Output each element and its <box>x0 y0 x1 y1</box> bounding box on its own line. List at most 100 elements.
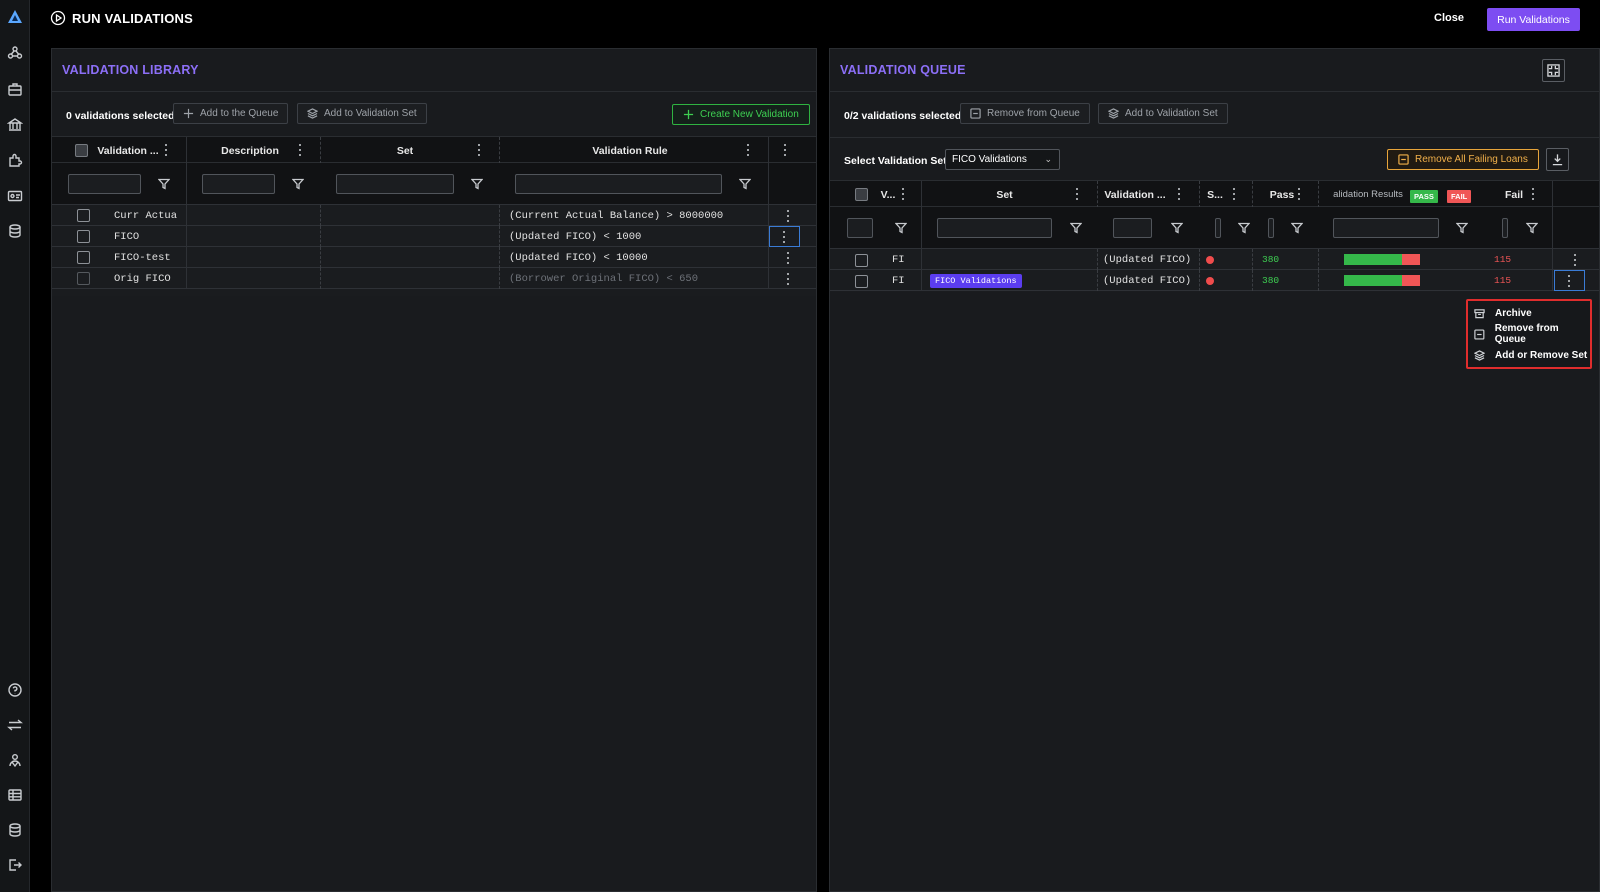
menu-item-remove-from-queue[interactable]: Remove from Queue <box>1474 323 1590 345</box>
create-new-validation-button[interactable]: Create New Validation <box>672 104 810 125</box>
column-menu-icon[interactable] <box>1178 188 1181 200</box>
filter-icon[interactable] <box>1069 222 1083 234</box>
layers-icon <box>1108 108 1119 119</box>
row-actions-button[interactable] <box>772 268 804 289</box>
filter-icon[interactable] <box>1290 222 1304 234</box>
filter-input-set[interactable] <box>937 218 1052 238</box>
column-menu-icon[interactable] <box>1076 188 1079 200</box>
column-header-validation-rule[interactable]: Validation Rule <box>500 137 760 164</box>
download-button[interactable] <box>1546 148 1569 171</box>
filter-icon[interactable] <box>1237 222 1251 234</box>
filter-input-v[interactable] <box>847 218 873 238</box>
queue-grid-header: V... Set Validation ... S... Pass alidat… <box>830 180 1599 208</box>
table-row[interactable]: FI (Updated FICO) > 380 115 <box>830 249 1599 270</box>
transfer-icon[interactable] <box>7 717 23 733</box>
add-to-queue-button[interactable]: Add to the Queue <box>173 103 289 124</box>
column-menu-icon[interactable] <box>1532 188 1535 200</box>
database-icon[interactable] <box>7 223 23 239</box>
bank-icon[interactable] <box>6 117 24 133</box>
row-actions-button[interactable] <box>769 226 800 247</box>
filter-input-pass[interactable] <box>1268 218 1274 238</box>
table-row[interactable]: FICO (Updated FICO) < 1000 <box>52 226 816 247</box>
select-all-checkbox[interactable] <box>855 188 868 201</box>
logo-icon[interactable] <box>7 9 23 25</box>
menu-item-add-or-remove-set[interactable]: Add or Remove Set <box>1474 346 1587 364</box>
add-to-validation-set-button[interactable]: Add to Validation Set <box>1098 103 1228 124</box>
validation-set-select[interactable]: FICO Validations ⌄ <box>945 149 1060 170</box>
filter-icon[interactable] <box>1170 222 1184 234</box>
puzzle-icon[interactable] <box>7 152 23 168</box>
filter-input-validation[interactable] <box>1113 218 1152 238</box>
column-header-validation[interactable]: Validation ... <box>97 137 159 164</box>
column-header-set[interactable]: Set <box>321 137 489 164</box>
select-all-checkbox[interactable] <box>75 144 88 157</box>
id-card-icon[interactable] <box>7 188 23 204</box>
filter-input-fail[interactable] <box>1502 218 1508 238</box>
column-header-validation-results[interactable]: alidation Results <box>1330 181 1406 208</box>
row-actions-button[interactable] <box>1559 249 1591 270</box>
divider <box>52 91 816 92</box>
cell-validation: (Updated FICO) > <box>1103 253 1197 266</box>
row-checkbox[interactable] <box>855 275 868 288</box>
table-icon[interactable] <box>7 787 23 803</box>
status-fail-dot <box>1206 249 1226 270</box>
column-header-description[interactable]: Description <box>187 137 313 164</box>
filter-input-validation-results[interactable] <box>1333 218 1439 238</box>
remove-from-queue-button[interactable]: Remove from Queue <box>960 103 1090 124</box>
row-actions-button[interactable] <box>1554 270 1585 291</box>
filter-icon[interactable] <box>738 178 752 190</box>
row-actions-button[interactable] <box>772 205 804 226</box>
filter-icon[interactable] <box>157 178 171 190</box>
filter-input-validation[interactable] <box>68 174 141 194</box>
row-actions-button[interactable] <box>772 247 804 268</box>
filter-icon[interactable] <box>1525 222 1539 234</box>
filter-input-set[interactable] <box>336 174 454 194</box>
column-menu-icon[interactable] <box>1298 188 1301 200</box>
logout-icon[interactable] <box>7 857 23 873</box>
set-tag: FICO Validations <box>930 270 1090 291</box>
column-header-set[interactable]: Set <box>922 181 1087 208</box>
help-icon[interactable] <box>7 682 23 698</box>
filter-input-validation-rule[interactable] <box>515 174 722 194</box>
filter-icon[interactable] <box>291 178 305 190</box>
close-button[interactable]: Close <box>1434 12 1464 24</box>
column-header-fail[interactable]: Fail <box>1502 181 1526 208</box>
network-icon[interactable] <box>7 45 23 61</box>
column-menu-icon[interactable] <box>747 144 750 156</box>
row-checkbox[interactable] <box>77 209 90 222</box>
row-checkbox[interactable] <box>77 251 90 264</box>
column-header-v[interactable]: V... <box>878 181 898 208</box>
briefcase-icon[interactable] <box>7 81 23 97</box>
filter-icon[interactable] <box>1455 222 1469 234</box>
filter-icon[interactable] <box>894 222 908 234</box>
column-menu-icon[interactable] <box>165 144 168 156</box>
grid-options-icon[interactable] <box>784 144 787 156</box>
collapse-icon <box>1547 64 1560 77</box>
column-header-status[interactable]: S... <box>1202 181 1228 208</box>
table-row[interactable]: Curr Actua (Current Actual Balance) > 80… <box>52 205 816 226</box>
collapse-panel-button[interactable] <box>1542 59 1565 82</box>
column-menu-icon[interactable] <box>478 144 481 156</box>
table-row[interactable]: FICO-test (Updated FICO) < 10000 <box>52 247 816 268</box>
column-menu-icon[interactable] <box>902 188 905 200</box>
row-checkbox[interactable] <box>77 272 90 285</box>
status-fail-dot <box>1206 270 1226 291</box>
filter-input-description[interactable] <box>202 174 275 194</box>
select-validation-set-label: Select Validation Set <box>844 155 947 167</box>
table-row[interactable]: FI FICO Validations (Updated FICO) > 380… <box>830 270 1599 291</box>
column-menu-icon[interactable] <box>1233 188 1236 200</box>
filter-input-status[interactable] <box>1215 218 1221 238</box>
row-checkbox[interactable] <box>855 254 868 267</box>
filter-icon[interactable] <box>470 178 484 190</box>
database-icon[interactable] <box>7 822 23 838</box>
table-row[interactable]: Orig FICO (Borrower Original FICO) < 650 <box>52 268 816 289</box>
remove-all-failing-loans-button[interactable]: Remove All Failing Loans <box>1387 149 1539 170</box>
layers-icon <box>1474 349 1485 361</box>
users-icon[interactable] <box>7 752 23 768</box>
column-menu-icon[interactable] <box>299 144 302 156</box>
add-to-validation-set-button[interactable]: Add to Validation Set <box>297 103 427 124</box>
column-header-validation[interactable]: Validation ... <box>1100 181 1170 208</box>
menu-item-archive[interactable]: Archive <box>1474 304 1532 322</box>
row-checkbox[interactable] <box>77 230 90 243</box>
run-validations-button[interactable]: Run Validations <box>1487 8 1580 31</box>
